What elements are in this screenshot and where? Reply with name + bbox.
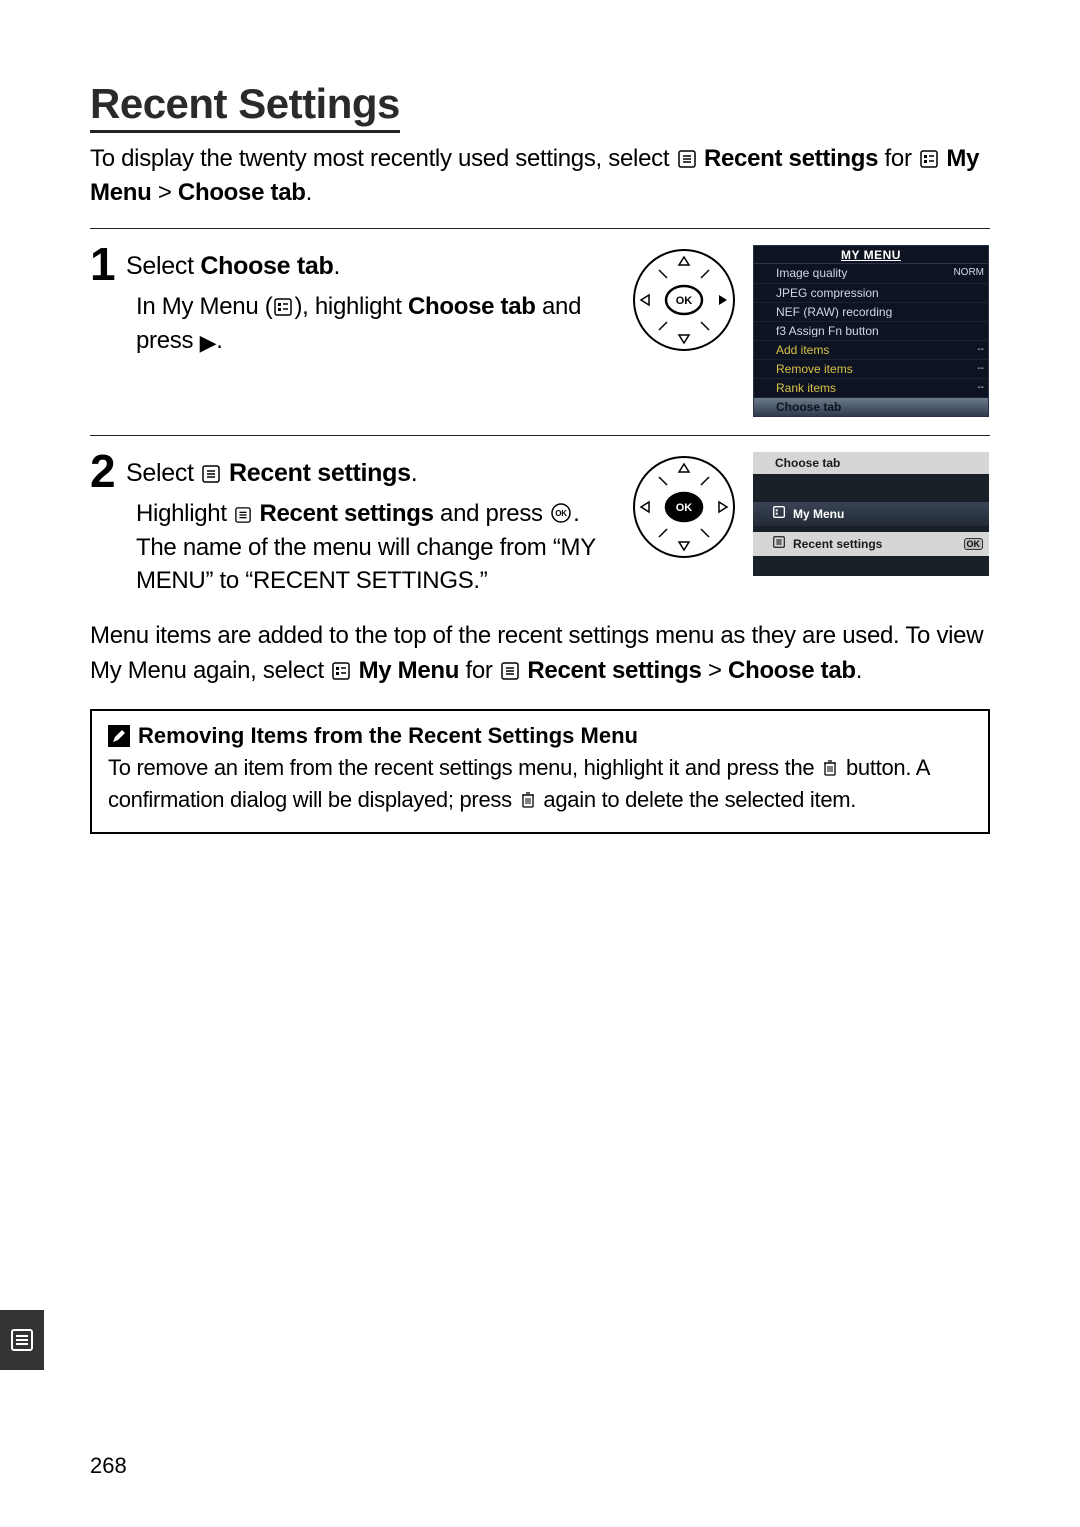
svg-text:OK: OK [676,502,693,514]
multi-selector-icon: OK [629,245,739,355]
intro-mid: for [885,145,918,172]
step-2-text: 2 Select Recent settings. Highlight Rece… [90,448,615,597]
right-triangle-icon: ▶ [200,330,217,355]
step-1-heading: Select Choose tab. [126,252,340,280]
trash-icon [822,755,838,786]
step-2-number: 2 [90,448,116,494]
note-box: Removing Items from the Recent Settings … [90,709,990,835]
intro-post: . [306,179,312,206]
multi-selector-icon: OK [629,452,739,562]
step-2: 2 Select Recent settings. Highlight Rece… [90,448,990,597]
note-body: To remove an item from the recent settin… [108,753,972,819]
step-1-body: In My Menu (), highlight Choose tab and … [90,291,615,358]
lcd2-title: Choose tab [753,452,989,474]
my-menu-icon [773,506,785,521]
lcd-header: MY MENU [754,246,988,264]
lcd-row: Remove items-- [754,359,988,378]
page-title: Recent Settings [90,80,400,133]
lcd2-option-recent: Recent settings OK [753,532,989,556]
intro-gt: > [151,179,177,206]
step-1-figures: OK MY MENU Image qualityNORMJPEG compres… [629,245,989,417]
step-1-number: 1 [90,241,116,287]
recent-settings-icon [678,145,696,177]
my-menu-icon [920,145,938,177]
divider-1 [90,228,990,229]
camera-lcd-mymenu: MY MENU Image qualityNORMJPEG compressio… [753,245,989,417]
section-tab-icon [0,1310,44,1370]
recent-settings-icon [773,536,785,551]
divider-2 [90,435,990,436]
intro-paragraph: To display the twenty most recently used… [90,143,990,210]
step-2-body: Highlight Recent settings and press OK. … [90,498,615,597]
svg-text:OK: OK [676,295,693,307]
lcd-row: Choose tab [754,397,988,416]
lcd-row: Rank items-- [754,378,988,397]
after-paragraph: Menu items are added to the top of the r… [90,619,990,691]
lcd-row: Add items-- [754,340,988,359]
my-menu-icon [274,293,292,325]
intro-bold-recent: Recent settings [704,145,878,172]
lcd-row: JPEG compression [754,283,988,302]
ok-button-icon: OK [551,500,571,532]
note-title: Removing Items from the Recent Settings … [108,723,972,749]
lcd2-option-mymenu: My Menu [753,502,989,526]
recent-settings-icon [202,461,220,490]
camera-lcd-choosetab: Choose tab My Menu Recent settings OK [753,452,989,576]
pencil-icon [108,725,130,747]
intro-pre: To display the twenty most recently used… [90,145,676,172]
lcd-row: NEF (RAW) recording [754,302,988,321]
page-number: 268 [90,1453,127,1479]
step-1: 1 Select Choose tab. In My Menu (), high… [90,241,990,417]
step-2-figures: OK Choose tab My Menu [629,452,989,597]
recent-settings-icon [235,500,251,532]
trash-icon [520,787,536,818]
ok-badge: OK [964,538,984,550]
recent-settings-icon [501,656,519,691]
lcd-row: f3 Assign Fn button [754,321,988,340]
step-1-text: 1 Select Choose tab. In My Menu (), high… [90,241,615,417]
svg-text:OK: OK [555,509,567,518]
lcd-row: Image qualityNORM [754,264,988,283]
intro-bold-choosetab: Choose tab [178,179,306,206]
my-menu-icon [332,656,350,691]
step-2-heading: Select Recent settings. [126,459,417,487]
manual-page: Recent Settings To display the twenty mo… [0,0,1080,1527]
